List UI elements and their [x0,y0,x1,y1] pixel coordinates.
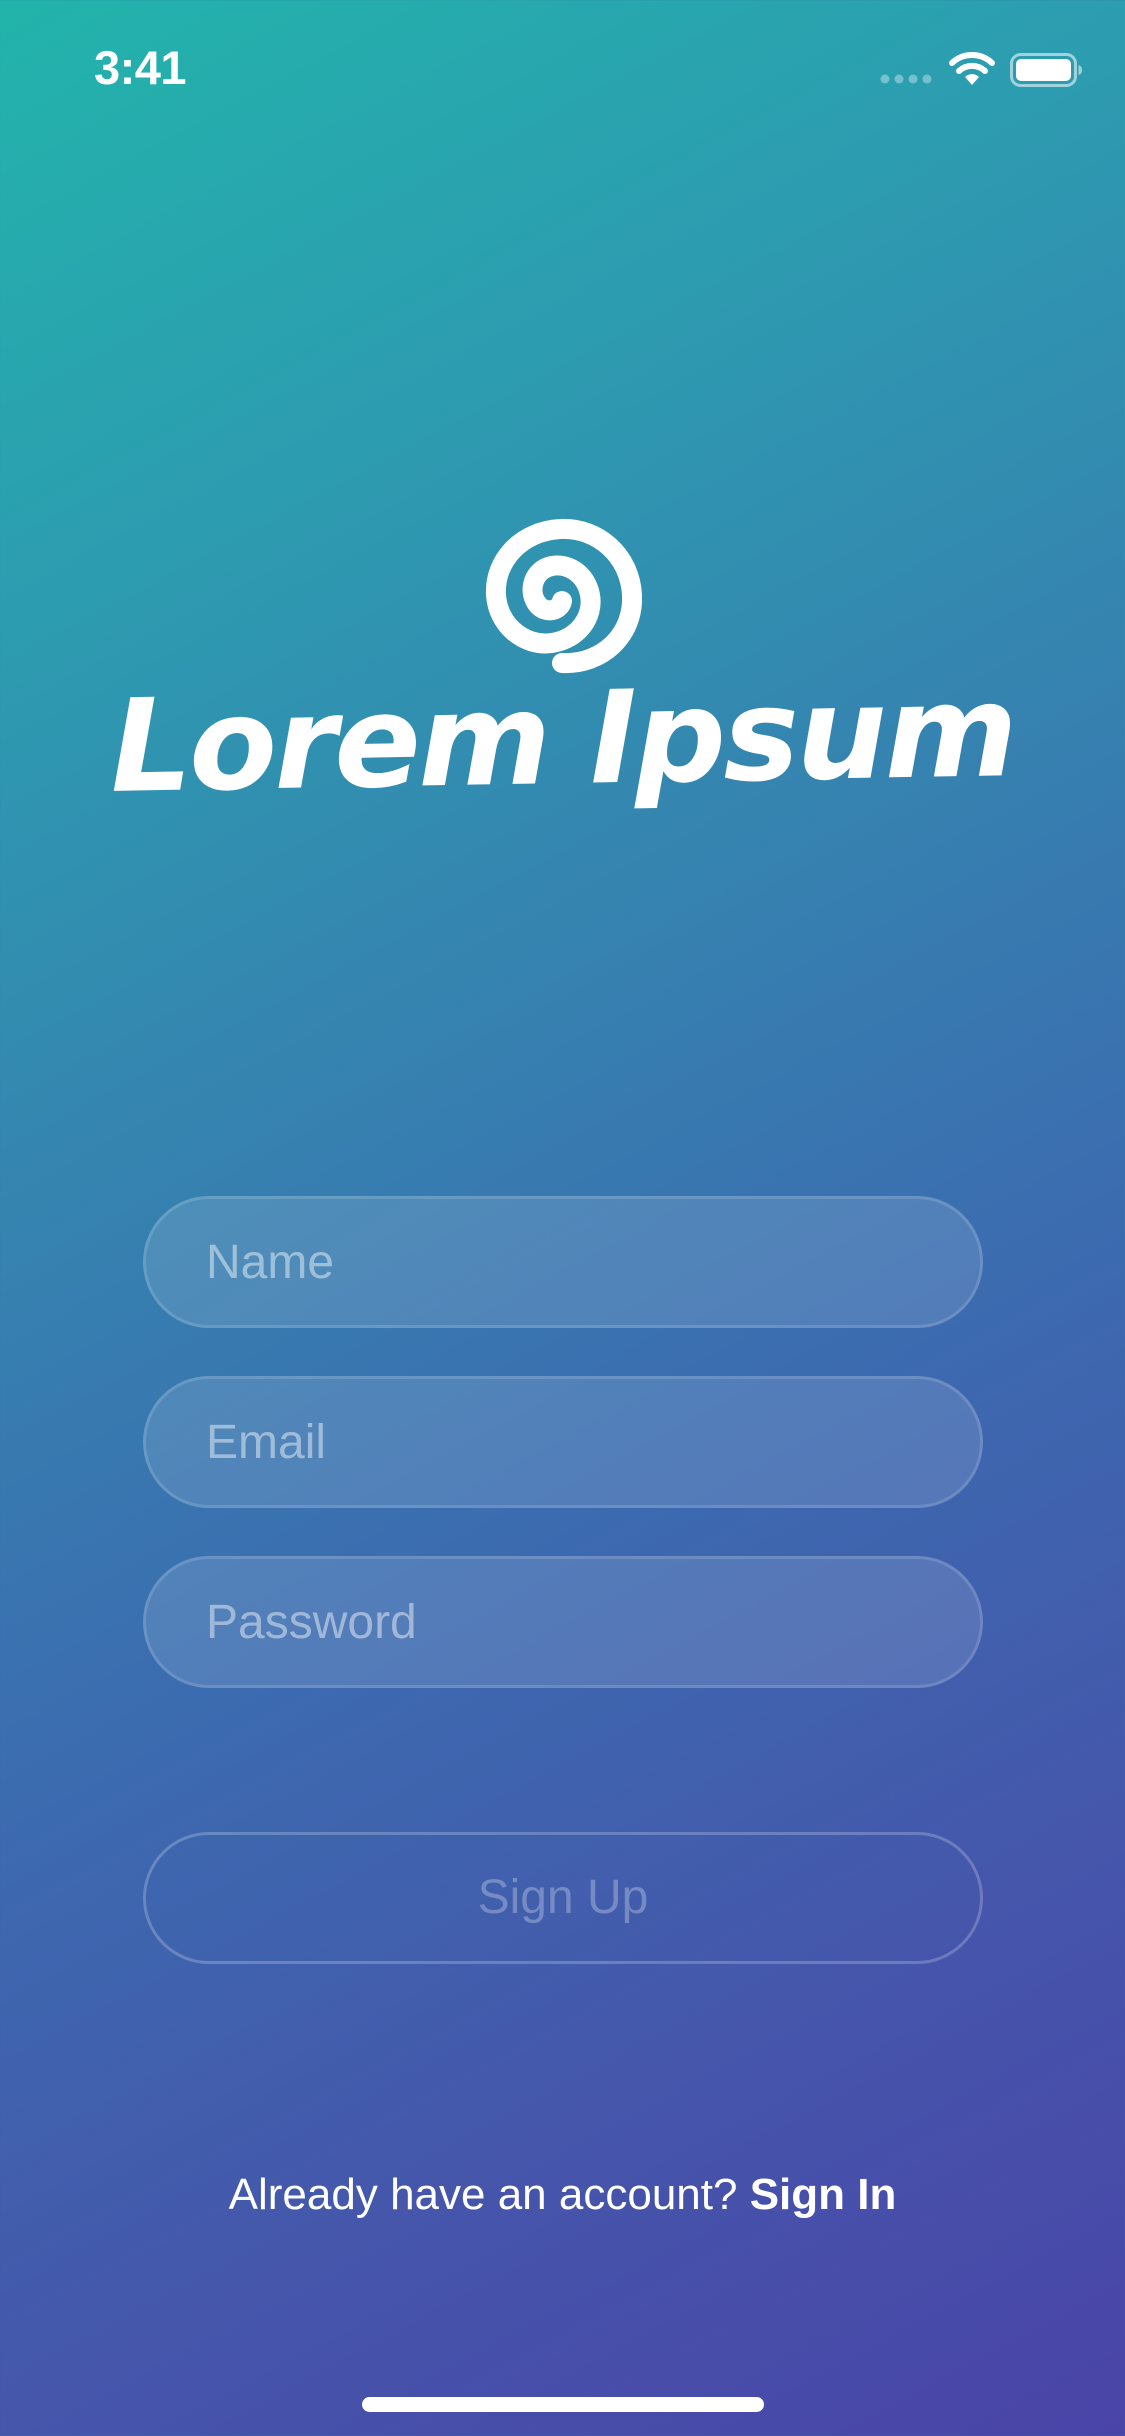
signal-icon [880,74,932,84]
password-field[interactable] [143,1556,983,1688]
status-time: 3:41 [94,41,187,94]
sign-up-button[interactable]: Sign Up [143,1832,983,1964]
battery-icon [1010,53,1082,87]
sign-in-prompt-text: Already have an account? [228,2170,738,2219]
home-indicator[interactable] [362,2397,764,2412]
status-bar: 3:41 [0,0,1125,132]
spiral-icon [485,518,642,674]
sign-in-prompt: Already have an account? Sign In [0,2170,1125,2220]
email-field[interactable] [143,1376,983,1508]
name-input[interactable] [146,1199,980,1325]
password-input[interactable] [146,1559,980,1685]
sign-in-link[interactable]: Sign In [750,2170,897,2219]
name-field[interactable] [143,1196,983,1328]
wifi-icon [949,52,995,85]
logo-wordmark: Lorem Ipsum [109,657,1016,822]
email-input[interactable] [146,1379,980,1505]
